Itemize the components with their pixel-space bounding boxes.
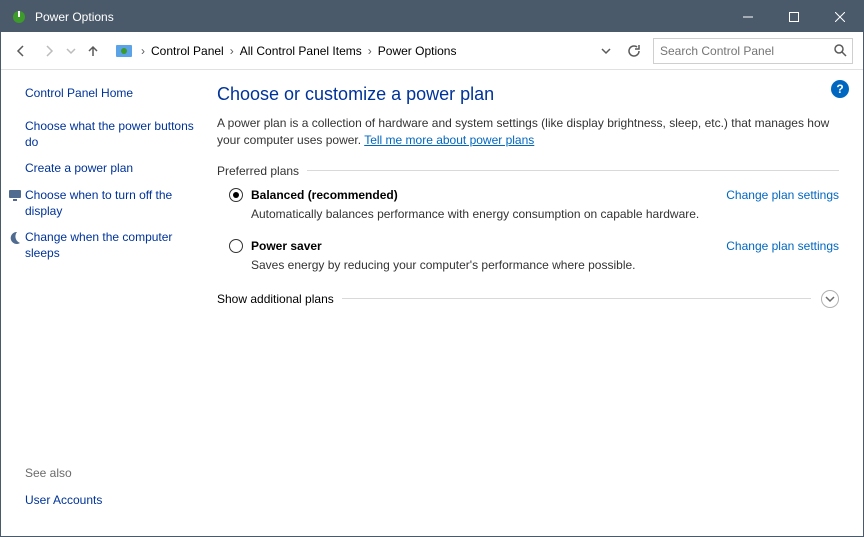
page-description: A power plan is a collection of hardware…: [217, 115, 839, 150]
search-icon[interactable]: [828, 44, 852, 57]
app-icon: [11, 9, 27, 25]
main-content: ? Choose or customize a power plan A pow…: [209, 70, 863, 536]
breadcrumb[interactable]: › Control Panel › All Control Panel Item…: [141, 38, 615, 64]
plan-power-saver: Power saver Change plan settings Saves e…: [229, 239, 839, 272]
chevron-down-icon[interactable]: [601, 46, 611, 56]
learn-more-link[interactable]: Tell me more about power plans: [364, 133, 534, 147]
sidebar-link-user-accounts[interactable]: User Accounts: [25, 492, 195, 508]
help-icon[interactable]: ?: [831, 80, 849, 98]
display-icon: [7, 187, 23, 203]
up-button[interactable]: [79, 37, 107, 65]
plan-description: Automatically balances performance with …: [251, 207, 839, 221]
window-title: Power Options: [35, 10, 114, 24]
sidebar-link-turn-off-display[interactable]: Choose when to turn off the display: [25, 187, 195, 219]
close-button[interactable]: [817, 1, 863, 32]
sidebar-link-create-plan[interactable]: Create a power plan: [25, 160, 195, 176]
sidebar: Control Panel Home Choose what the power…: [1, 70, 209, 536]
plan-radio-balanced[interactable]: [229, 188, 243, 202]
breadcrumb-seg-control-panel[interactable]: Control Panel: [145, 38, 230, 64]
see-also-label: See also: [25, 466, 195, 480]
search-box[interactable]: [653, 38, 853, 64]
search-input[interactable]: [654, 40, 828, 62]
control-panel-icon: [115, 42, 133, 60]
sidebar-link-computer-sleeps[interactable]: Change when the computer sleeps: [25, 229, 195, 261]
titlebar[interactable]: Power Options: [1, 1, 863, 32]
preferred-plans-label: Preferred plans: [217, 164, 839, 178]
sidebar-link-power-buttons[interactable]: Choose what the power buttons do: [25, 118, 195, 150]
forward-button[interactable]: [35, 37, 63, 65]
change-plan-settings-link[interactable]: Change plan settings: [726, 239, 839, 253]
breadcrumb-seg-power-options[interactable]: Power Options: [372, 38, 463, 64]
back-button[interactable]: [7, 37, 35, 65]
chevron-down-icon[interactable]: [821, 290, 839, 308]
plan-name[interactable]: Balanced (recommended): [251, 188, 398, 202]
breadcrumb-seg-all-items[interactable]: All Control Panel Items: [234, 38, 368, 64]
plan-balanced: Balanced (recommended) Change plan setti…: [229, 188, 839, 221]
toolbar: › Control Panel › All Control Panel Item…: [1, 32, 863, 70]
minimize-button[interactable]: [725, 1, 771, 32]
sidebar-home-link[interactable]: Control Panel Home: [25, 86, 195, 100]
change-plan-settings-link[interactable]: Change plan settings: [726, 188, 839, 202]
maximize-button[interactable]: [771, 1, 817, 32]
plan-name[interactable]: Power saver: [251, 239, 322, 253]
plan-radio-powersaver[interactable]: [229, 239, 243, 253]
page-title: Choose or customize a power plan: [217, 84, 839, 105]
recent-dropdown[interactable]: [63, 37, 79, 65]
moon-icon: [7, 229, 23, 245]
show-additional-plans[interactable]: Show additional plans: [217, 290, 839, 308]
plan-description: Saves energy by reducing your computer's…: [251, 258, 839, 272]
refresh-button[interactable]: [621, 38, 647, 64]
